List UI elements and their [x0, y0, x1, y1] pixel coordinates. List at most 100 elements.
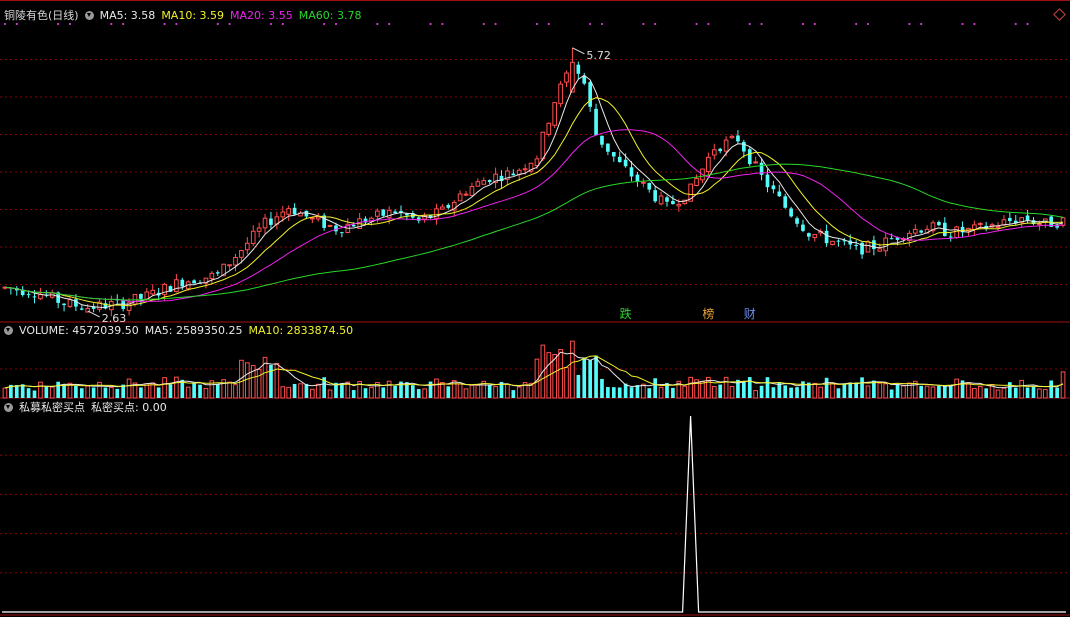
candle-body-down [26, 294, 31, 296]
volume-bar-down [942, 385, 947, 398]
signal-dot [110, 22, 113, 26]
volume-bar-down [919, 385, 924, 398]
volume-bar-up [162, 377, 167, 399]
volume-bar-down [393, 385, 397, 398]
volume-bar-up [1001, 387, 1007, 399]
volume-bar-up [1037, 388, 1042, 399]
signal-dot [908, 22, 911, 26]
volume-bar-down [889, 389, 894, 398]
volume-bar-up [966, 382, 971, 399]
volume-bar-up [570, 340, 575, 399]
candle-body-up [729, 135, 735, 139]
volume-bar-up [753, 390, 758, 399]
volume-bar-down [74, 385, 78, 398]
volume-bar-down [168, 384, 173, 398]
candle-body-up [658, 195, 664, 205]
signal-dot [642, 22, 645, 26]
candle-body-up [641, 181, 646, 184]
signal-dot [695, 22, 698, 26]
volume-bar-up [440, 382, 445, 399]
volume-bar-down [594, 355, 598, 398]
candle-body-down [747, 149, 752, 165]
volume-bar-down [771, 387, 776, 398]
volume-bar-up [109, 386, 114, 399]
candle-body-up [812, 234, 818, 239]
signal-dot [388, 22, 391, 26]
high-pointer [572, 47, 585, 55]
candle-body-down [487, 179, 492, 183]
signal-dot [3, 22, 7, 26]
volume-bar-up [227, 381, 232, 399]
volume-bar-up [516, 386, 522, 399]
chart-canvas: 5.72 2.63 跌 榜 财 [0, 0, 1070, 616]
volume-bar-down [351, 390, 356, 398]
signal-dot [920, 22, 923, 26]
candle-body-up [540, 131, 546, 160]
volume-bar-down [789, 387, 793, 398]
volume-bar-up [658, 386, 664, 399]
candle-body-up [865, 241, 871, 253]
volume-bar-down [1031, 386, 1036, 398]
volume-bar-up [457, 383, 463, 399]
signal-dot [547, 22, 550, 26]
candle-body-down [836, 240, 841, 242]
candle-body-down [919, 230, 924, 233]
signal-dot [429, 22, 432, 26]
candle-body-up [310, 217, 315, 220]
candle-body-up [830, 240, 835, 245]
candle-body-up [522, 168, 528, 171]
volume-bar-up [85, 385, 91, 399]
candle-body-up [150, 289, 156, 295]
volume-bar-down [32, 390, 37, 398]
volume-bar-up [126, 378, 132, 399]
candle-body-up [558, 83, 563, 105]
candle-body-down [269, 218, 273, 225]
volume-bar-up [1019, 379, 1024, 399]
volume-bar-up [552, 354, 558, 399]
candle-body-down [180, 279, 185, 287]
volume-bar-up [995, 389, 1001, 399]
candle-body-down [718, 148, 723, 152]
candle-body-down [872, 240, 876, 250]
candle-body-down [742, 141, 746, 152]
candle-body-down [854, 245, 858, 247]
volume-bar-down [446, 386, 451, 398]
volume-bar-down [848, 382, 853, 398]
signal-dot [494, 22, 497, 26]
candle-body-up [227, 264, 232, 267]
candle-body-up [546, 122, 552, 135]
candle-body-up [209, 272, 215, 279]
candle-body-down [937, 222, 941, 226]
volume-bar-down [671, 387, 675, 398]
volume-bar-up [830, 382, 835, 399]
candle-body-down [576, 64, 581, 74]
volume-bar-down [91, 387, 96, 398]
volume-bar-down [588, 360, 592, 398]
ma60-line [4, 163, 1064, 301]
candle-body-up [972, 224, 977, 231]
candle-body-up [481, 180, 487, 185]
candle-body-up [375, 210, 380, 217]
volume-bar-down [381, 387, 386, 398]
volume-bar-down [647, 388, 652, 398]
candle-body-up [469, 186, 475, 196]
signal-dot [535, 22, 539, 26]
candle-body-up [174, 279, 179, 293]
candle-body-down [446, 204, 451, 208]
volume-bar-down [20, 384, 25, 398]
volume-bar-up [505, 383, 510, 399]
candle-body-up [475, 181, 481, 187]
buy-signal-line [2, 415, 1066, 613]
volume-bar-up [327, 389, 333, 399]
candle-body-down [783, 196, 788, 208]
signal-dot [163, 22, 166, 26]
volume-bar-up [723, 376, 729, 399]
candle-body-down [511, 173, 516, 176]
signal-dot [589, 22, 592, 26]
candle-body-up [440, 206, 445, 210]
volume-bar-up [174, 376, 179, 399]
candle-body-down [671, 201, 675, 205]
volume-bar-up [564, 367, 569, 399]
volume-bar-down [600, 378, 604, 398]
signal-dot [654, 22, 657, 26]
